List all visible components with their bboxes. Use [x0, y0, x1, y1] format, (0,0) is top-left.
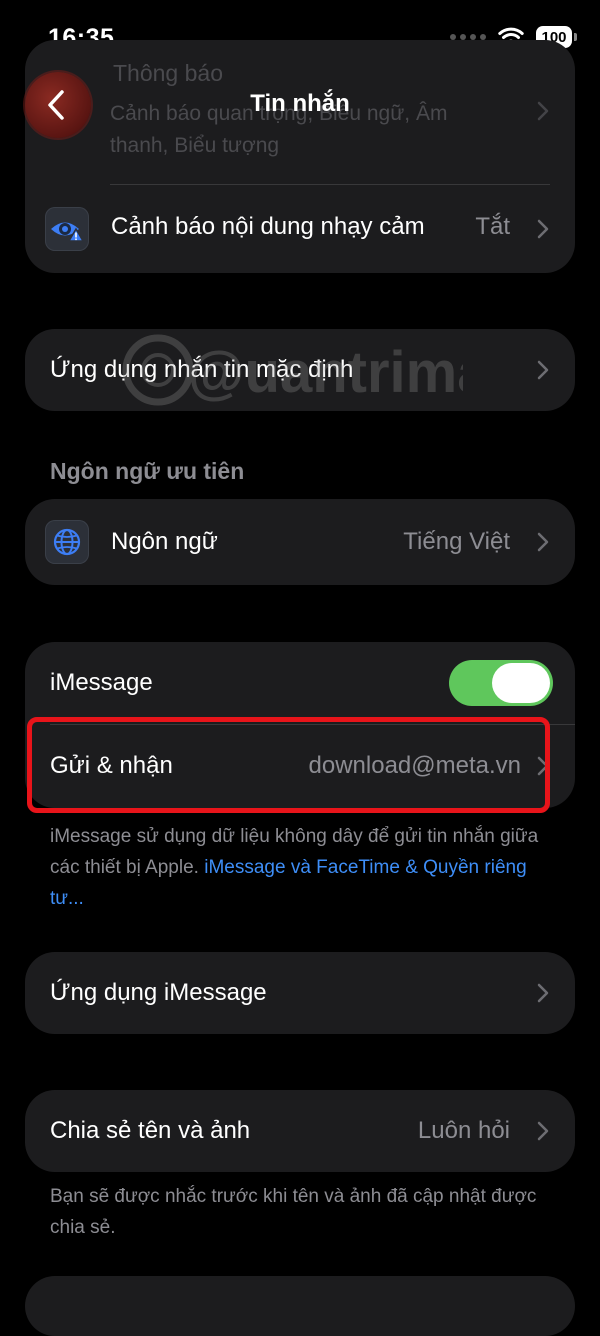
send-receive-label: Gửi & nhận	[50, 752, 173, 779]
default-messaging-app-label: Ứng dụng nhắn tin mặc định	[50, 356, 354, 383]
send-receive-row[interactable]: Gửi & nhận download@meta.vn	[25, 725, 575, 808]
language-label: Ngôn ngữ	[111, 528, 218, 555]
chevron-right-icon	[537, 1121, 549, 1141]
notifications-subtitle-2: thanh, Biểu tượng	[110, 134, 280, 157]
language-row[interactable]: Ngôn ngữ Tiếng Việt	[25, 499, 575, 585]
share-name-photo-value: Luôn hỏi	[417, 1117, 510, 1144]
page-title: Tin nhắn	[250, 90, 350, 117]
imessage-footnote: iMessage sử dụng dữ liệu không dây để gử…	[50, 821, 550, 914]
share-name-photo-label: Chia sẻ tên và ảnh	[50, 1117, 251, 1144]
language-section-header: Ngôn ngữ ưu tiên	[50, 458, 245, 484]
eye-warning-icon	[45, 207, 89, 251]
chevron-right-icon	[537, 360, 549, 380]
notifications-title: Thông báo	[113, 60, 223, 86]
chevron-right-icon	[537, 219, 549, 239]
globe-icon	[45, 520, 89, 564]
imessage-apps-label: Ứng dụng iMessage	[50, 979, 267, 1006]
language-value: Tiếng Việt	[403, 528, 510, 555]
notifications-card: Thông báo Cảnh báo quan trọng, Biểu ngữ,…	[25, 40, 575, 273]
chevron-right-icon	[537, 983, 549, 1003]
imessage-row: iMessage	[25, 642, 575, 724]
sensitive-content-value: Tắt	[475, 213, 510, 240]
chevron-right-icon	[537, 532, 549, 552]
imessage-toggle[interactable]	[449, 660, 553, 706]
toggle-knob	[492, 663, 550, 703]
sensitive-content-row[interactable]: Cảnh báo nội dung nhạy cảm Tắt	[25, 185, 575, 273]
default-messaging-app-row[interactable]: Ứng dụng nhắn tin mặc định	[25, 329, 575, 411]
send-receive-value: download@meta.vn	[308, 752, 521, 779]
next-card	[25, 1276, 575, 1336]
share-footnote: Bạn sẽ được nhắc trước khi tên và ảnh đã…	[50, 1186, 537, 1238]
share-name-photo-row[interactable]: Chia sẻ tên và ảnh Luôn hỏi	[25, 1090, 575, 1172]
imessage-card: iMessage Gửi & nhận download@meta.vn	[25, 642, 575, 808]
imessage-label: iMessage	[50, 669, 153, 696]
imessage-apps-row[interactable]: Ứng dụng iMessage	[25, 952, 575, 1034]
chevron-right-icon	[537, 756, 549, 776]
sensitive-content-label: Cảnh báo nội dung nhạy cảm	[111, 213, 425, 240]
